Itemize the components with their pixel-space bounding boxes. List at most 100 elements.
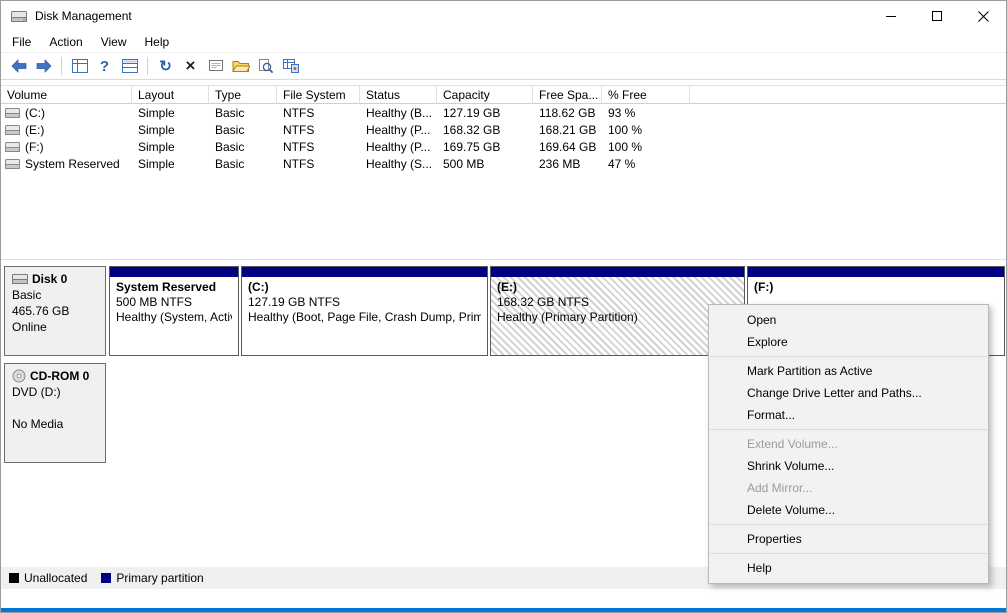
cell-pct-free: 100 % xyxy=(602,123,690,137)
cell-volume: (F:) xyxy=(1,140,132,154)
window-title: Disk Management xyxy=(35,9,132,23)
toolbar: ? ↻ × xyxy=(1,53,1006,80)
show-console-tree-icon[interactable] xyxy=(68,55,91,77)
cell-layout: Simple xyxy=(132,140,209,154)
partition-color-strip xyxy=(242,267,487,277)
column-header-filler xyxy=(690,86,1006,104)
maximize-icon xyxy=(932,11,942,21)
cell-status: Healthy (S... xyxy=(360,157,437,171)
drive-icon xyxy=(5,158,21,170)
forward-icon[interactable] xyxy=(32,55,55,77)
close-icon xyxy=(978,11,989,22)
volume-row-e[interactable]: (E:) Simple Basic NTFS Healthy (P... 168… xyxy=(1,121,1006,138)
volume-row-f[interactable]: (F:) Simple Basic NTFS Healthy (P... 169… xyxy=(1,138,1006,155)
menu-item-mark-partition-active[interactable]: Mark Partition as Active xyxy=(709,360,988,382)
cd-icon xyxy=(12,369,26,383)
menu-action[interactable]: Action xyxy=(40,32,91,52)
column-header-pct-free[interactable]: % Free xyxy=(602,86,690,104)
cdrom0-title: CD-ROM 0 xyxy=(12,368,98,384)
menu-item-properties[interactable]: Properties xyxy=(709,528,988,550)
delete-icon[interactable]: × xyxy=(179,55,202,77)
cdrom0-status: No Media xyxy=(12,416,98,432)
properties-icon[interactable] xyxy=(204,55,227,77)
cell-status: Healthy (B... xyxy=(360,106,437,120)
partition-color-strip xyxy=(491,267,744,277)
disk0-title: Disk 0 xyxy=(12,271,98,287)
menu-separator xyxy=(710,429,987,430)
column-header-file-system[interactable]: File System xyxy=(277,86,360,104)
minimize-button[interactable] xyxy=(868,1,914,31)
cell-type: Basic xyxy=(209,140,277,154)
column-header-volume[interactable]: Volume xyxy=(1,86,132,104)
window-controls xyxy=(868,1,1006,31)
menu-item-help[interactable]: Help xyxy=(709,557,988,579)
cdrom0-panel[interactable]: CD-ROM 0 DVD (D:) No Media xyxy=(4,363,106,463)
cell-free-space: 118.62 GB xyxy=(533,106,602,120)
disk0-panel[interactable]: Disk 0 Basic 465.76 GB Online xyxy=(4,266,106,356)
pane-divider[interactable] xyxy=(1,259,1006,260)
menu-item-add-mirror: Add Mirror... xyxy=(709,477,988,499)
menu-help[interactable]: Help xyxy=(136,32,179,52)
menu-separator xyxy=(710,356,987,357)
cell-layout: Simple xyxy=(132,157,209,171)
column-header-free-space[interactable]: Free Spa... xyxy=(533,86,602,104)
volume-list-header: Volume Layout Type File System Status Ca… xyxy=(1,85,1006,104)
column-header-status[interactable]: Status xyxy=(360,86,437,104)
minimize-icon xyxy=(886,16,896,17)
cell-file-system: NTFS xyxy=(277,123,360,137)
maximize-button[interactable] xyxy=(914,1,960,31)
cell-capacity: 169.75 GB xyxy=(437,140,533,154)
cdrom0-type: DVD (D:) xyxy=(12,384,98,400)
cell-layout: Simple xyxy=(132,106,209,120)
help-icon[interactable]: ? xyxy=(93,55,116,77)
cell-file-system: NTFS xyxy=(277,140,360,154)
close-button[interactable] xyxy=(960,1,1006,31)
column-header-capacity[interactable]: Capacity xyxy=(437,86,533,104)
toolbar-separator xyxy=(147,57,148,75)
partition-name: System Reserved xyxy=(116,280,232,295)
cell-free-space: 169.64 GB xyxy=(533,140,602,154)
partition-system-reserved[interactable]: System Reserved 500 MB NTFS Healthy (Sys… xyxy=(109,266,239,356)
menu-separator xyxy=(710,524,987,525)
partition-status: Healthy (System, Activ xyxy=(116,310,232,325)
context-menu: Open Explore Mark Partition as Active Ch… xyxy=(708,304,989,584)
column-header-type[interactable]: Type xyxy=(209,86,277,104)
cell-type: Basic xyxy=(209,123,277,137)
menu-file[interactable]: File xyxy=(3,32,40,52)
volume-row-system-reserved[interactable]: System Reserved Simple Basic NTFS Health… xyxy=(1,155,1006,172)
toolbar-separator xyxy=(61,57,62,75)
partition-name: (E:) xyxy=(497,280,738,295)
cell-status: Healthy (P... xyxy=(360,140,437,154)
volume-row-c[interactable]: (C:) Simple Basic NTFS Healthy (B... 127… xyxy=(1,104,1006,121)
cell-pct-free: 100 % xyxy=(602,140,690,154)
back-icon[interactable] xyxy=(7,55,30,77)
menu-item-open[interactable]: Open xyxy=(709,309,988,331)
open-folder-icon[interactable] xyxy=(229,55,252,77)
menu-item-delete-volume[interactable]: Delete Volume... xyxy=(709,499,988,521)
cell-layout: Simple xyxy=(132,123,209,137)
column-header-layout[interactable]: Layout xyxy=(132,86,209,104)
partition-color-strip xyxy=(748,267,1004,277)
partition-e[interactable]: (E:) 168.32 GB NTFS Healthy (Primary Par… xyxy=(490,266,745,356)
app-icon xyxy=(11,10,27,23)
partition-size: 500 MB NTFS xyxy=(116,295,232,310)
drive-icon xyxy=(5,141,21,153)
menu-item-format[interactable]: Format... xyxy=(709,404,988,426)
disk0-size: 465.76 GB xyxy=(12,303,98,319)
volume-list: Volume Layout Type File System Status Ca… xyxy=(1,85,1006,172)
menu-item-shrink-volume[interactable]: Shrink Volume... xyxy=(709,455,988,477)
show-graphical-view-icon[interactable] xyxy=(118,55,141,77)
menu-view[interactable]: View xyxy=(92,32,136,52)
find-icon[interactable] xyxy=(254,55,277,77)
cell-free-space: 236 MB xyxy=(533,157,602,171)
menu-item-change-drive-letter[interactable]: Change Drive Letter and Paths... xyxy=(709,382,988,404)
cell-type: Basic xyxy=(209,157,277,171)
refresh-icon[interactable]: ↻ xyxy=(154,55,177,77)
primary-partition-swatch xyxy=(101,573,111,583)
partition-name: (F:) xyxy=(754,280,998,295)
menu-item-explore[interactable]: Explore xyxy=(709,331,988,353)
drive-icon xyxy=(5,124,21,136)
partition-c[interactable]: (C:) 127.19 GB NTFS Healthy (Boot, Page … xyxy=(241,266,488,356)
partition-size: 127.19 GB NTFS xyxy=(248,295,481,310)
convert-disk-icon[interactable] xyxy=(279,55,302,77)
